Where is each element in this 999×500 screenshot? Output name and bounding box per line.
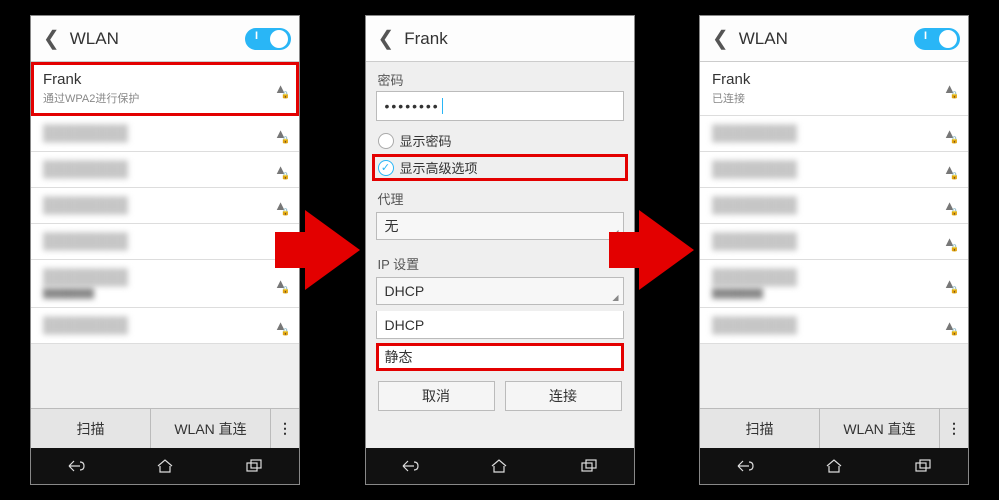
cancel-button[interactable]: 取消 (378, 381, 495, 411)
wifi-secure-icon: ▲ (943, 162, 956, 177)
wifi-secure-icon: ▲ (943, 81, 956, 96)
nav-home-icon[interactable] (154, 457, 176, 475)
scan-button[interactable]: 扫描 (31, 409, 151, 448)
ip-select[interactable]: DHCP (376, 277, 624, 305)
network-row-blurred[interactable]: ████████▲ (700, 116, 968, 152)
wifi-secure-icon: ▲ (274, 276, 287, 291)
wifi-secure-icon: ▲ (274, 162, 287, 177)
titlebar: ❮ WLAN I (700, 16, 968, 62)
network-name: Frank (712, 71, 943, 88)
network-name: Frank (43, 71, 274, 88)
checkbox-checked-icon: ✓ (378, 160, 394, 176)
page-title: WLAN (739, 29, 908, 49)
ip-label: IP 设置 (366, 246, 634, 275)
ip-option-static[interactable]: 静态 (376, 343, 624, 371)
step-arrow-icon (305, 210, 360, 290)
wlan-direct-button[interactable]: WLAN 直连 (151, 409, 271, 448)
proxy-select[interactable]: 无 (376, 212, 624, 240)
wifi-secure-icon: ▲ (943, 318, 956, 333)
network-row-frank[interactable]: Frank 已连接 ▲ (700, 62, 968, 116)
titlebar: ❮ Frank (366, 16, 634, 62)
network-row-blurred[interactable]: ████████████████▲ (31, 260, 299, 308)
more-button[interactable]: ⋮ (271, 409, 299, 448)
nav-recent-icon[interactable] (578, 457, 600, 475)
titlebar: ❮ WLAN I (31, 16, 299, 62)
nav-home-icon[interactable] (823, 457, 845, 475)
network-row-blurred[interactable]: ████████████████▲ (700, 260, 968, 308)
show-password-checkbox[interactable]: 显示密码 (366, 127, 634, 154)
bottombar: 扫描 WLAN 直连 ⋮ (700, 408, 968, 448)
ip-option-dhcp[interactable]: DHCP (376, 311, 624, 339)
network-row-blurred[interactable]: ████████▲ (700, 188, 968, 224)
wifi-secure-icon: ▲ (943, 126, 956, 141)
screen-network-config: ❮ Frank 密码 •••••••• 显示密码 ✓ 显示高级选项 代理 无 I… (365, 15, 635, 485)
network-list: Frank 已连接 ▲ ████████▲ ████████▲ ████████… (700, 62, 968, 408)
wifi-secure-icon: ▲ (274, 126, 287, 141)
wifi-secure-icon: ▲ (943, 198, 956, 213)
scan-button[interactable]: 扫描 (700, 409, 820, 448)
screen-wlan-list: ❮ WLAN I Frank 通过WPA2进行保护 ▲ ████████▲ ██… (30, 15, 300, 485)
network-sub: 通过WPA2进行保护 (43, 90, 274, 106)
network-row-frank[interactable]: Frank 通过WPA2进行保护 ▲ (31, 62, 299, 116)
network-row-blurred[interactable]: ████████▲ (700, 152, 968, 188)
network-row-blurred[interactable]: ████████▲ (31, 308, 299, 344)
wlan-direct-button[interactable]: WLAN 直连 (820, 409, 940, 448)
network-row-blurred[interactable]: ████████▲ (31, 224, 299, 260)
back-icon[interactable]: ❮ (374, 26, 399, 51)
proxy-label: 代理 (366, 181, 634, 210)
network-row-blurred[interactable]: ████████▲ (700, 308, 968, 344)
android-navbar (366, 448, 634, 484)
password-input[interactable]: •••••••• (376, 91, 624, 121)
page-title: WLAN (70, 29, 239, 49)
page-title: Frank (404, 29, 625, 49)
step-arrow-icon (639, 210, 694, 290)
network-sub: 已连接 (712, 90, 943, 106)
wifi-secure-icon: ▲ (274, 198, 287, 213)
network-row-blurred[interactable]: ████████▲ (700, 224, 968, 260)
nav-recent-icon[interactable] (243, 457, 265, 475)
nav-recent-icon[interactable] (912, 457, 934, 475)
password-label: 密码 (366, 62, 634, 91)
config-form: 密码 •••••••• 显示密码 ✓ 显示高级选项 代理 无 IP 设置 DHC… (366, 62, 634, 448)
connect-button[interactable]: 连接 (505, 381, 622, 411)
wifi-secure-icon: ▲ (943, 276, 956, 291)
screen-wlan-connected: ❮ WLAN I Frank 已连接 ▲ ████████▲ ████████▲… (699, 15, 969, 485)
network-row-blurred[interactable]: ████████▲ (31, 188, 299, 224)
network-row-blurred[interactable]: ████████▲ (31, 152, 299, 188)
android-navbar (700, 448, 968, 484)
bottombar: 扫描 WLAN 直连 ⋮ (31, 408, 299, 448)
wlan-toggle[interactable]: I (245, 28, 291, 50)
nav-home-icon[interactable] (488, 457, 510, 475)
wlan-toggle[interactable]: I (914, 28, 960, 50)
android-navbar (31, 448, 299, 484)
network-list: Frank 通过WPA2进行保护 ▲ ████████▲ ████████▲ █… (31, 62, 299, 408)
back-icon[interactable]: ❮ (39, 26, 64, 51)
nav-back-icon[interactable] (734, 457, 756, 475)
nav-back-icon[interactable] (399, 457, 421, 475)
wifi-secure-icon: ▲ (943, 234, 956, 249)
wifi-secure-icon: ▲ (274, 81, 287, 96)
nav-back-icon[interactable] (65, 457, 87, 475)
show-advanced-checkbox[interactable]: ✓ 显示高级选项 (372, 154, 628, 181)
more-button[interactable]: ⋮ (940, 409, 968, 448)
checkbox-empty-icon (378, 133, 394, 149)
button-row: 取消 连接 (366, 371, 634, 421)
wifi-secure-icon: ▲ (274, 318, 287, 333)
back-icon[interactable]: ❮ (708, 26, 733, 51)
network-row-blurred[interactable]: ████████▲ (31, 116, 299, 152)
